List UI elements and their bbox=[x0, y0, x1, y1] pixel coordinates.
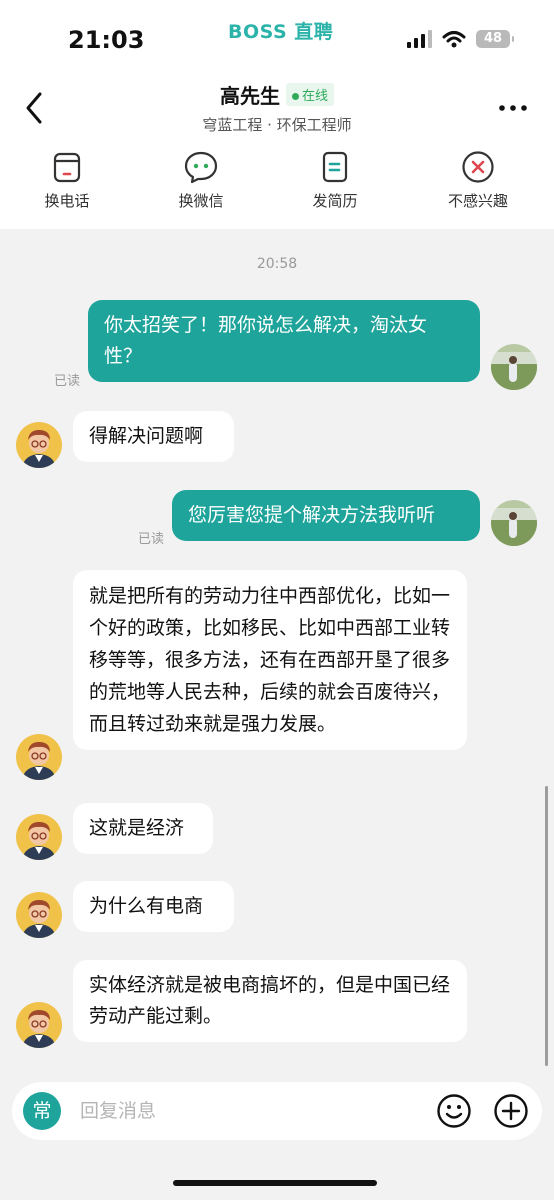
common-phrases-button[interactable]: 常 bbox=[23, 1092, 61, 1130]
message-bubble-received[interactable]: 这就是经济 bbox=[73, 803, 213, 854]
cellular-signal-icon bbox=[407, 30, 432, 48]
my-avatar[interactable] bbox=[491, 500, 537, 546]
chat-scrollbar[interactable] bbox=[545, 786, 548, 1066]
my-avatar[interactable] bbox=[491, 344, 537, 390]
contact-avatar[interactable] bbox=[16, 1002, 62, 1048]
message-bubble-sent[interactable]: 你太招笑了！那你说怎么解决，淘汰女性？ bbox=[88, 300, 480, 382]
wifi-icon bbox=[442, 31, 466, 48]
chat-title: 高先生 在线 bbox=[0, 80, 554, 109]
battery-icon: 48 bbox=[476, 30, 514, 48]
read-receipt: 已读 bbox=[54, 374, 81, 389]
action-bar: 换电话 换微信 发简历 不感兴趣 bbox=[0, 150, 554, 220]
contact-avatar[interactable] bbox=[16, 814, 62, 860]
app-brand: BOSS 直聘 bbox=[228, 21, 334, 43]
message-bubble-sent[interactable]: 您厉害您提个解决方法我听听 bbox=[172, 490, 480, 541]
online-dot-icon bbox=[291, 93, 299, 100]
status-icons: 48 bbox=[407, 30, 514, 48]
more-button[interactable] bbox=[498, 100, 528, 116]
swap-wechat-button[interactable]: 换微信 bbox=[151, 150, 251, 211]
more-dots-icon bbox=[499, 105, 527, 111]
resume-icon bbox=[318, 150, 352, 184]
contact-name: 高先生 bbox=[219, 84, 280, 108]
message-bubble-received[interactable]: 为什么有电商 bbox=[73, 881, 234, 932]
message-bubble-received[interactable]: 实体经济就是被电商搞坏的，但是中国已经劳动产能过剩。 bbox=[73, 960, 467, 1042]
reply-input[interactable] bbox=[80, 1096, 410, 1126]
emoji-button[interactable] bbox=[436, 1093, 472, 1129]
send-resume-button[interactable]: 发简历 bbox=[285, 150, 385, 211]
phone-swap-icon bbox=[50, 150, 84, 184]
more-actions-button[interactable] bbox=[493, 1093, 529, 1129]
contact-avatar[interactable] bbox=[16, 734, 62, 780]
reply-bar: 常 bbox=[12, 1082, 542, 1140]
plus-icon bbox=[494, 1094, 528, 1128]
wechat-icon bbox=[184, 150, 218, 184]
swap-phone-button[interactable]: 换电话 bbox=[17, 150, 117, 211]
message-bubble-received[interactable]: 得解决问题啊 bbox=[73, 411, 234, 462]
not-interested-button[interactable]: 不感兴趣 bbox=[428, 150, 528, 211]
contact-avatar[interactable] bbox=[16, 892, 62, 938]
online-badge: 在线 bbox=[285, 83, 334, 106]
chat-timestamp: 20:58 bbox=[256, 256, 298, 272]
contact-subtitle: 穹蓝工程 · 环保工程师 bbox=[202, 116, 352, 134]
not-interested-icon bbox=[461, 150, 495, 184]
home-indicator[interactable] bbox=[173, 1180, 377, 1186]
read-receipt: 已读 bbox=[138, 532, 165, 547]
emoji-icon bbox=[437, 1094, 471, 1128]
message-bubble-received[interactable]: 就是把所有的劳动力往中西部优化，比如一个好的政策，比如移民、比如中西部工业转移等… bbox=[73, 570, 467, 750]
contact-avatar[interactable] bbox=[16, 422, 62, 468]
online-label: 在线 bbox=[301, 89, 328, 104]
status-time: 21:03 bbox=[68, 26, 145, 54]
